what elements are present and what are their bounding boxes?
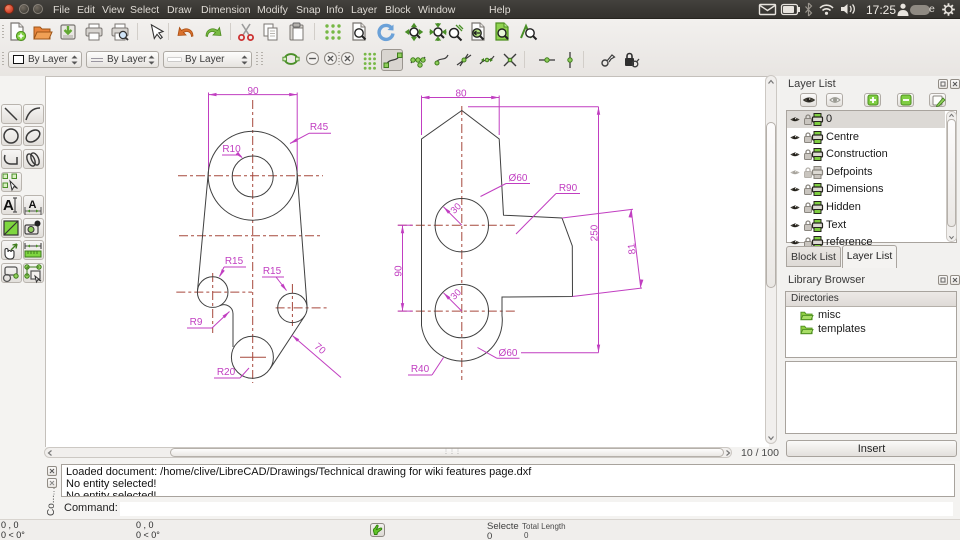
svg-text:81: 81 [626,242,638,255]
svg-text:80: 80 [455,89,467,100]
svg-text:R15: R15 [225,256,244,267]
svg-text:Ø60: Ø60 [509,173,528,184]
svg-text:Ø60: Ø60 [499,348,518,359]
svg-text:250: 250 [590,224,601,241]
svg-text:R20: R20 [217,367,236,378]
svg-text:R90: R90 [559,183,578,194]
svg-text:R45: R45 [310,122,329,133]
svg-text:R9: R9 [190,317,203,328]
svg-text:R15: R15 [263,266,282,277]
svg-text:R40: R40 [411,364,430,375]
svg-text:90: 90 [247,86,259,97]
svg-text:90: 90 [394,265,405,277]
